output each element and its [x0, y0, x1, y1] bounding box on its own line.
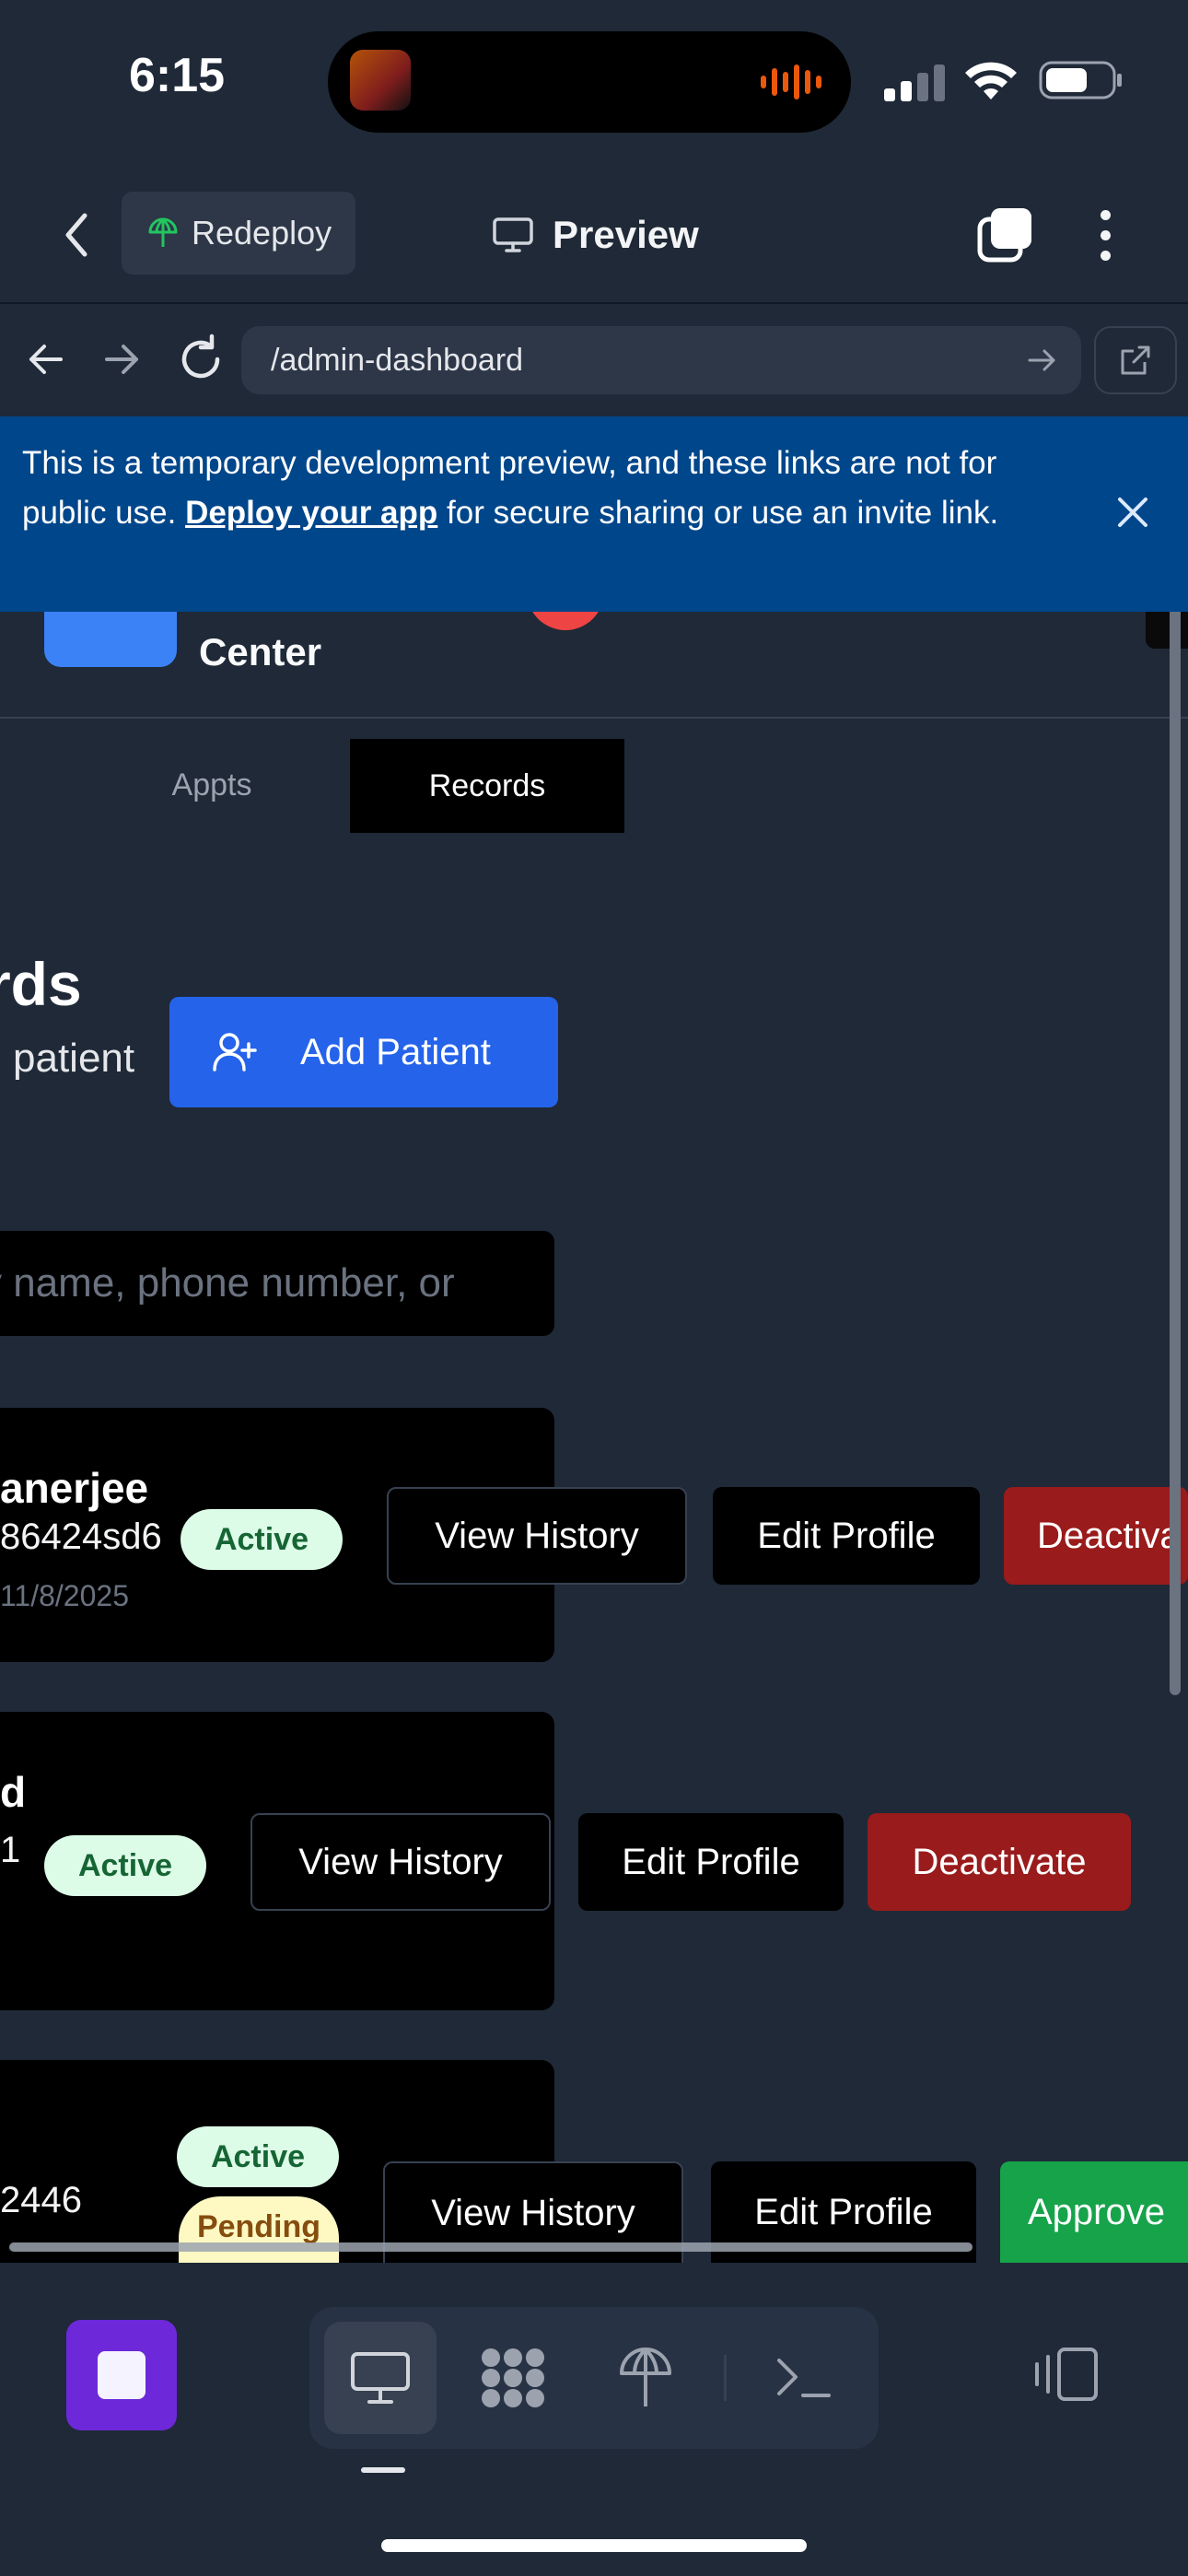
active-mode-indicator: [361, 2467, 405, 2473]
workspace-icon: [482, 2348, 544, 2407]
reload-icon[interactable]: [173, 332, 228, 387]
redeploy-button[interactable]: Redeploy: [122, 192, 355, 275]
now-playing-album-art: [350, 50, 411, 111]
add-patient-label: Add Patient: [300, 1031, 491, 1072]
terminal-mode-button[interactable]: [748, 2322, 860, 2434]
add-patient-button[interactable]: Add Patient: [169, 997, 558, 1107]
tab-appts[interactable]: Appts: [129, 739, 295, 831]
desktop-mode-button[interactable]: [324, 2322, 437, 2434]
desktop-icon: [351, 2352, 410, 2404]
open-external-button[interactable]: [1094, 326, 1177, 394]
patient-id: 2446: [0, 2180, 82, 2220]
battery-icon: [1039, 61, 1122, 100]
cellular-signal-icon: [884, 64, 945, 101]
view-history-button[interactable]: View History: [250, 1813, 551, 1911]
preview-label: Preview: [553, 213, 699, 256]
external-link-icon: [1121, 345, 1150, 375]
divider: [0, 717, 1188, 719]
bottom-toolbar: [0, 2263, 1188, 2576]
go-arrow-icon[interactable]: [1024, 343, 1059, 378]
stop-icon: [98, 2351, 146, 2399]
url-input[interactable]: /admin-dashboard: [241, 326, 1081, 394]
more-vertical-icon[interactable]: [1083, 205, 1127, 265]
search-input[interactable]: [0, 1231, 554, 1336]
audio-waveform-icon: [761, 64, 821, 100]
vertical-scrollbar[interactable]: [1170, 507, 1181, 1695]
horizontal-scrollbar[interactable]: [9, 2242, 973, 2252]
devices-button[interactable]: [1030, 2333, 1103, 2416]
redeploy-label: Redeploy: [192, 214, 332, 252]
status-bar: 6:15: [0, 0, 1188, 166]
patient-id: 1: [0, 1830, 21, 1870]
url-text: /admin-dashboard: [271, 342, 524, 378]
preview-title: Preview: [492, 203, 699, 267]
patient-name: d: [0, 1768, 27, 1816]
banner-text: This is a temporary development preview,…: [22, 439, 1072, 538]
deploy-app-link[interactable]: Deploy your app: [185, 495, 437, 531]
status-badge: Active: [44, 1835, 206, 1896]
deploy-icon: [148, 217, 178, 247]
edit-profile-button[interactable]: Edit Profile: [578, 1813, 844, 1911]
arrow-left-icon[interactable]: [20, 334, 72, 385]
tab-records[interactable]: Records: [350, 739, 624, 833]
deploy-mode-button[interactable]: [589, 2322, 702, 2434]
dynamic-island: [328, 31, 851, 133]
dev-preview-banner: This is a temporary development preview,…: [0, 416, 1188, 612]
arrow-right-icon[interactable]: [96, 334, 147, 385]
user-plus-icon: [213, 1033, 257, 1071]
status-badge: Active: [177, 2126, 339, 2187]
page-title: rds: [0, 950, 82, 1018]
app-header: Redeploy Preview: [0, 166, 1188, 304]
edit-profile-button[interactable]: Edit Profile: [713, 1487, 980, 1585]
chevron-left-icon: [65, 213, 87, 257]
page-subtitle: patient: [13, 1036, 135, 1081]
deactivate-button[interactable]: Deactivate: [868, 1813, 1131, 1911]
patient-id: 86424sd6: [0, 1516, 162, 1557]
deactivate-button[interactable]: Deactiva: [1004, 1487, 1188, 1585]
patient-name: anerjee: [0, 1464, 149, 1512]
wifi-icon: [965, 62, 1017, 100]
view-history-button[interactable]: View History: [387, 1487, 687, 1585]
terminal-icon: [777, 2359, 831, 2397]
patient-date: 11/8/2025: [0, 1579, 129, 1612]
mode-switcher: [309, 2307, 879, 2449]
stop-button[interactable]: [66, 2320, 177, 2430]
back-button[interactable]: [53, 203, 99, 267]
workspace-mode-button[interactable]: [457, 2322, 569, 2434]
divider: [724, 2355, 727, 2401]
home-indicator[interactable]: [381, 2539, 807, 2552]
banner-text-after: for secure sharing or use an invite link…: [437, 495, 999, 531]
close-icon[interactable]: [1112, 492, 1153, 533]
clinic-name: Center: [199, 630, 322, 673]
approve-button[interactable]: Approve: [1000, 2161, 1188, 2263]
status-badge: Active: [181, 1509, 343, 1570]
monitor-icon: [493, 217, 533, 252]
devices-icon: [1035, 2348, 1098, 2401]
tabs-icon[interactable]: [976, 205, 1035, 265]
clock: 6:15: [129, 49, 226, 102]
deploy-icon: [620, 2348, 671, 2406]
browser-toolbar: /admin-dashboard: [0, 306, 1188, 415]
